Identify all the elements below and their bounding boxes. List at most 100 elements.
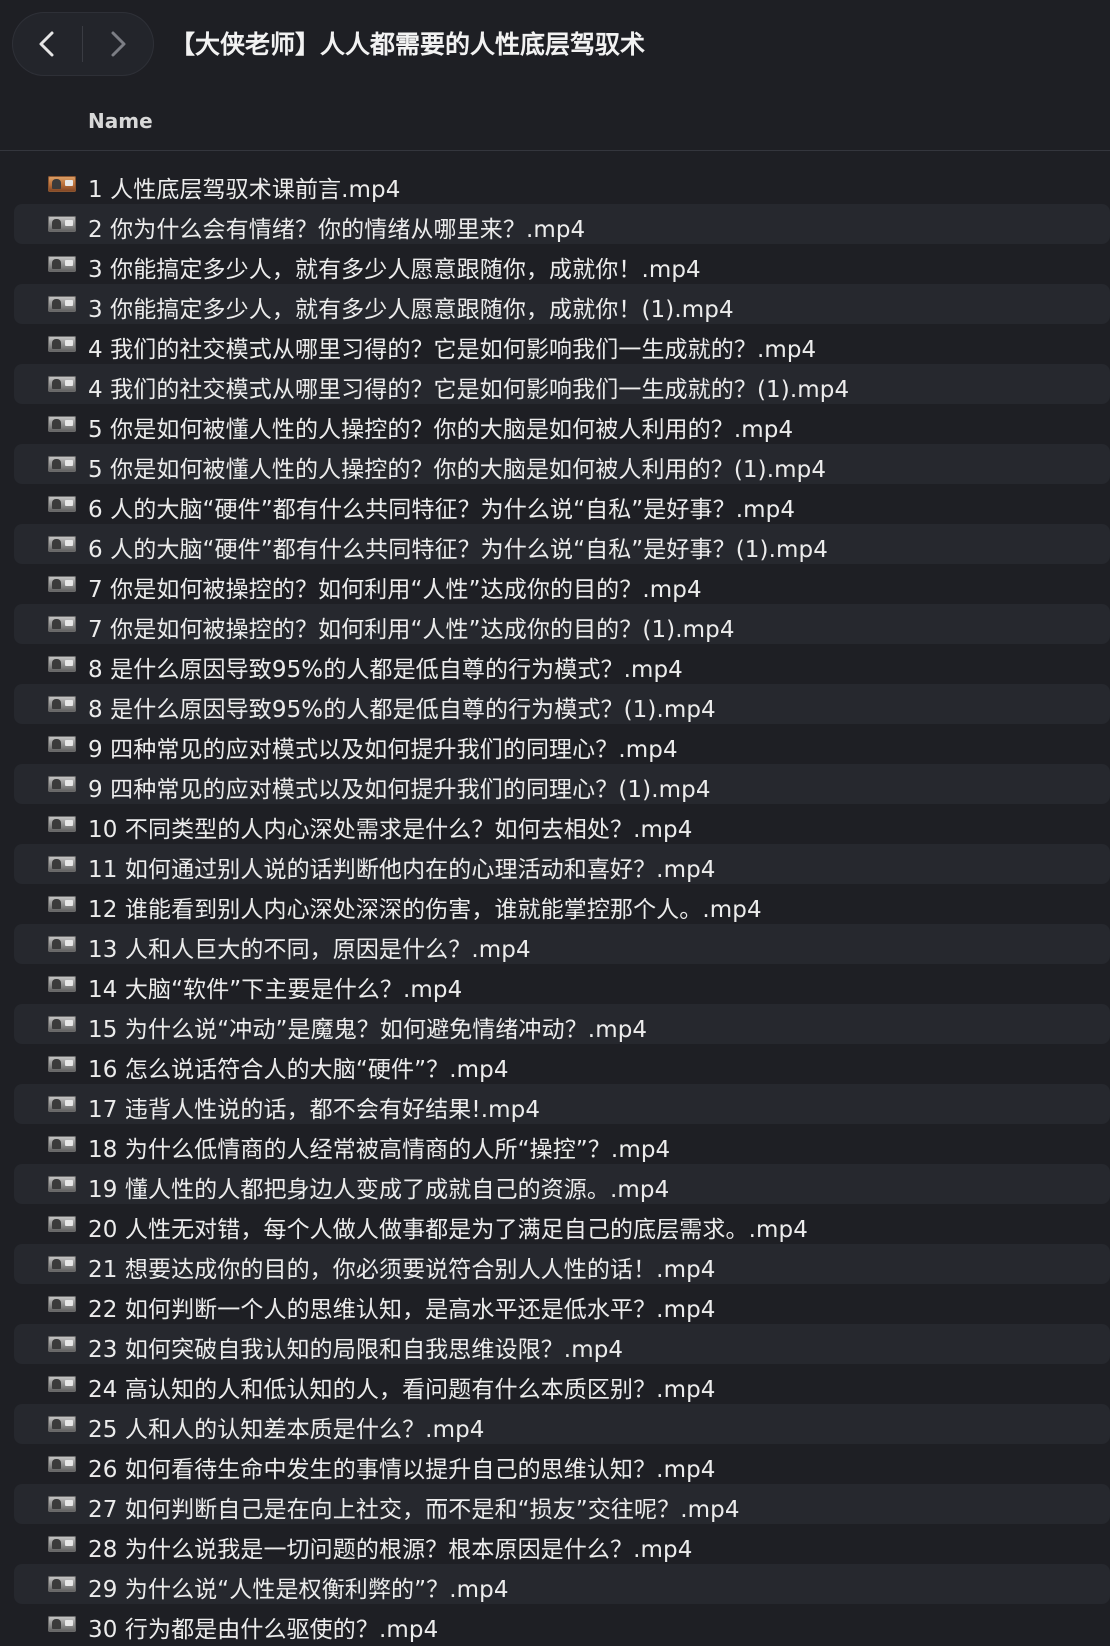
video-thumbnail-icon — [48, 1456, 76, 1472]
file-name: 3 你能搞定多少人，就有多少人愿意跟随你，成就你！.mp4 — [88, 257, 701, 283]
video-thumbnail-icon — [48, 376, 76, 392]
file-row[interactable]: 17 违背人性说的话，都不会有好结果!.mp4 — [14, 1084, 1110, 1124]
window-title: 【大侠老师】人人都需要的人性底层驾驭术 — [170, 30, 646, 59]
file-row[interactable]: 30 行为都是由什么驱使的？.mp4 — [14, 1604, 1110, 1644]
file-name: 24 高认知的人和低认知的人，看问题有什么本质区别？.mp4 — [88, 1377, 716, 1403]
file-name: 26 如何看待生命中发生的事情以提升自己的思维认知？.mp4 — [88, 1457, 716, 1483]
file-row[interactable]: 25 人和人的认知差本质是什么？.mp4 — [14, 1404, 1110, 1444]
file-row[interactable]: 11 如何通过别人说的话判断他内在的心理活动和喜好？.mp4 — [14, 844, 1110, 884]
file-name: 7 你是如何被操控的？如何利用“人性”达成你的目的？.mp4 — [88, 577, 702, 603]
file-name: 4 我们的社交模式从哪里习得的？它是如何影响我们一生成就的？.mp4 — [88, 337, 817, 363]
file-row[interactable]: 9 四种常见的应对模式以及如何提升我们的同理心？.mp4 — [14, 724, 1110, 764]
chevron-right-icon — [111, 31, 126, 57]
video-thumbnail-icon — [48, 1056, 76, 1072]
file-name: 6 人的大脑“硬件”都有什么共同特征？为什么说“自私”是好事？.mp4 — [88, 497, 796, 523]
file-name: 18 为什么低情商的人经常被高情商的人所“操控”？.mp4 — [88, 1137, 671, 1163]
file-row[interactable]: 27 如何判断自己是在向上社交，而不是和“损友”交往呢？.mp4 — [14, 1484, 1110, 1524]
video-thumbnail-icon — [48, 1176, 76, 1192]
video-thumbnail-icon — [48, 616, 76, 632]
file-name: 19 懂人性的人都把身边人变成了成就自己的资源。.mp4 — [88, 1177, 670, 1203]
file-row[interactable]: 7 你是如何被操控的？如何利用“人性”达成你的目的？.mp4 — [14, 564, 1110, 604]
file-name: 28 为什么说我是一切问题的根源？根本原因是什么？.mp4 — [88, 1537, 693, 1563]
video-thumbnail-icon — [48, 1376, 76, 1392]
file-row[interactable]: 7 你是如何被操控的？如何利用“人性”达成你的目的？(1).mp4 — [14, 604, 1110, 644]
video-thumbnail-icon — [48, 176, 76, 192]
list-header: Name — [0, 100, 1110, 151]
file-name: 12 谁能看到别人内心深处深深的伤害，谁就能掌控那个人。.mp4 — [88, 897, 762, 923]
file-name: 14 大脑“软件”下主要是什么？.mp4 — [88, 977, 463, 1003]
file-row[interactable]: 5 你是如何被懂人性的人操控的？你的大脑是如何被人利用的？.mp4 — [14, 404, 1110, 444]
file-row[interactable]: 29 为什么说“人性是权衡利弊的”？.mp4 — [14, 1564, 1110, 1604]
column-header-name[interactable]: Name — [88, 109, 153, 133]
file-row[interactable]: 14 大脑“软件”下主要是什么？.mp4 — [14, 964, 1110, 1004]
video-thumbnail-icon — [48, 896, 76, 912]
file-name: 10 不同类型的人内心深处需求是什么？如何去相处？.mp4 — [88, 817, 693, 843]
forward-button[interactable] — [83, 12, 153, 76]
file-name: 20 人性无对错，每个人做人做事都是为了满足自己的底层需求。.mp4 — [88, 1217, 808, 1243]
file-name: 16 怎么说话符合人的大脑“硬件”？.mp4 — [88, 1057, 509, 1083]
video-thumbnail-icon — [48, 736, 76, 752]
file-name: 5 你是如何被懂人性的人操控的？你的大脑是如何被人利用的？.mp4 — [88, 417, 794, 443]
back-button[interactable] — [12, 12, 82, 76]
file-name: 30 行为都是由什么驱使的？.mp4 — [88, 1617, 439, 1643]
file-row[interactable]: 19 懂人性的人都把身边人变成了成就自己的资源。.mp4 — [14, 1164, 1110, 1204]
file-row[interactable]: 15 为什么说“冲动”是魔鬼？如何避免情绪冲动？.mp4 — [14, 1004, 1110, 1044]
file-row[interactable]: 12 谁能看到别人内心深处深深的伤害，谁就能掌控那个人。.mp4 — [14, 884, 1110, 924]
file-row[interactable]: 5 你是如何被懂人性的人操控的？你的大脑是如何被人利用的？(1).mp4 — [14, 444, 1110, 484]
file-name: 11 如何通过别人说的话判断他内在的心理活动和喜好？.mp4 — [88, 857, 716, 883]
video-thumbnail-icon — [48, 656, 76, 672]
file-row[interactable]: 10 不同类型的人内心深处需求是什么？如何去相处？.mp4 — [14, 804, 1110, 844]
video-thumbnail-icon — [48, 1256, 76, 1272]
file-name: 8 是什么原因导致95%的人都是低自尊的行为模式？.mp4 — [88, 657, 683, 683]
file-name: 27 如何判断自己是在向上社交，而不是和“损友”交往呢？.mp4 — [88, 1497, 740, 1523]
file-name: 15 为什么说“冲动”是魔鬼？如何避免情绪冲动？.mp4 — [88, 1017, 648, 1043]
video-thumbnail-icon — [48, 1616, 76, 1632]
video-thumbnail-icon — [48, 776, 76, 792]
navigation-buttons — [12, 12, 154, 76]
video-thumbnail-icon — [48, 1096, 76, 1112]
file-row[interactable]: 24 高认知的人和低认知的人，看问题有什么本质区别？.mp4 — [14, 1364, 1110, 1404]
file-name: 4 我们的社交模式从哪里习得的？它是如何影响我们一生成就的？(1).mp4 — [88, 377, 850, 403]
file-row[interactable]: 6 人的大脑“硬件”都有什么共同特征？为什么说“自私”是好事？.mp4 — [14, 484, 1110, 524]
file-row[interactable]: 2 你为什么会有情绪？你的情绪从哪里来？.mp4 — [14, 204, 1110, 244]
video-thumbnail-icon — [48, 536, 76, 552]
file-row[interactable]: 16 怎么说话符合人的大脑“硬件”？.mp4 — [14, 1044, 1110, 1084]
video-thumbnail-icon — [48, 1496, 76, 1512]
file-row[interactable]: 1 人性底层驾驭术课前言.mp4 — [14, 164, 1110, 204]
file-name: 6 人的大脑“硬件”都有什么共同特征？为什么说“自私”是好事？(1).mp4 — [88, 537, 828, 563]
file-row[interactable]: 18 为什么低情商的人经常被高情商的人所“操控”？.mp4 — [14, 1124, 1110, 1164]
video-thumbnail-icon — [48, 216, 76, 232]
file-name: 7 你是如何被操控的？如何利用“人性”达成你的目的？(1).mp4 — [88, 617, 735, 643]
file-row[interactable]: 6 人的大脑“硬件”都有什么共同特征？为什么说“自私”是好事？(1).mp4 — [14, 524, 1110, 564]
video-thumbnail-icon — [48, 1336, 76, 1352]
file-row[interactable]: 8 是什么原因导致95%的人都是低自尊的行为模式？.mp4 — [14, 644, 1110, 684]
file-row[interactable]: 3 你能搞定多少人，就有多少人愿意跟随你，成就你！.mp4 — [14, 244, 1110, 284]
video-thumbnail-icon — [48, 976, 76, 992]
video-thumbnail-icon — [48, 816, 76, 832]
video-thumbnail-icon — [48, 1416, 76, 1432]
file-name: 9 四种常见的应对模式以及如何提升我们的同理心？(1).mp4 — [88, 777, 711, 803]
file-row[interactable]: 21 想要达成你的目的，你必须要说符合别人人性的话！.mp4 — [14, 1244, 1110, 1284]
file-name: 1 人性底层驾驭术课前言.mp4 — [88, 177, 401, 203]
file-row[interactable]: 22 如何判断一个人的思维认知，是高水平还是低水平？.mp4 — [14, 1284, 1110, 1324]
file-row[interactable]: 20 人性无对错，每个人做人做事都是为了满足自己的底层需求。.mp4 — [14, 1204, 1110, 1244]
file-row[interactable]: 26 如何看待生命中发生的事情以提升自己的思维认知？.mp4 — [14, 1444, 1110, 1484]
file-name: 22 如何判断一个人的思维认知，是高水平还是低水平？.mp4 — [88, 1297, 716, 1323]
file-row[interactable]: 4 我们的社交模式从哪里习得的？它是如何影响我们一生成就的？(1).mp4 — [14, 364, 1110, 404]
video-thumbnail-icon — [48, 936, 76, 952]
video-thumbnail-icon — [48, 1576, 76, 1592]
file-row[interactable]: 28 为什么说我是一切问题的根源？根本原因是什么？.mp4 — [14, 1524, 1110, 1564]
file-row[interactable]: 9 四种常见的应对模式以及如何提升我们的同理心？(1).mp4 — [14, 764, 1110, 804]
file-name: 29 为什么说“人性是权衡利弊的”？.mp4 — [88, 1577, 509, 1603]
file-row[interactable]: 23 如何突破自我认知的局限和自我思维设限？.mp4 — [14, 1324, 1110, 1364]
file-row[interactable]: 3 你能搞定多少人，就有多少人愿意跟随你，成就你！(1).mp4 — [14, 284, 1110, 324]
video-thumbnail-icon — [48, 456, 76, 472]
video-thumbnail-icon — [48, 1536, 76, 1552]
video-thumbnail-icon — [48, 256, 76, 272]
file-row[interactable]: 8 是什么原因导致95%的人都是低自尊的行为模式？(1).mp4 — [14, 684, 1110, 724]
video-thumbnail-icon — [48, 416, 76, 432]
video-thumbnail-icon — [48, 1296, 76, 1312]
file-row[interactable]: 13 人和人巨大的不同，原因是什么？.mp4 — [14, 924, 1110, 964]
file-list: 1 人性底层驾驭术课前言.mp4 2 你为什么会有情绪？你的情绪从哪里来？.mp4… — [0, 164, 1110, 1644]
file-row[interactable]: 4 我们的社交模式从哪里习得的？它是如何影响我们一生成就的？.mp4 — [14, 324, 1110, 364]
